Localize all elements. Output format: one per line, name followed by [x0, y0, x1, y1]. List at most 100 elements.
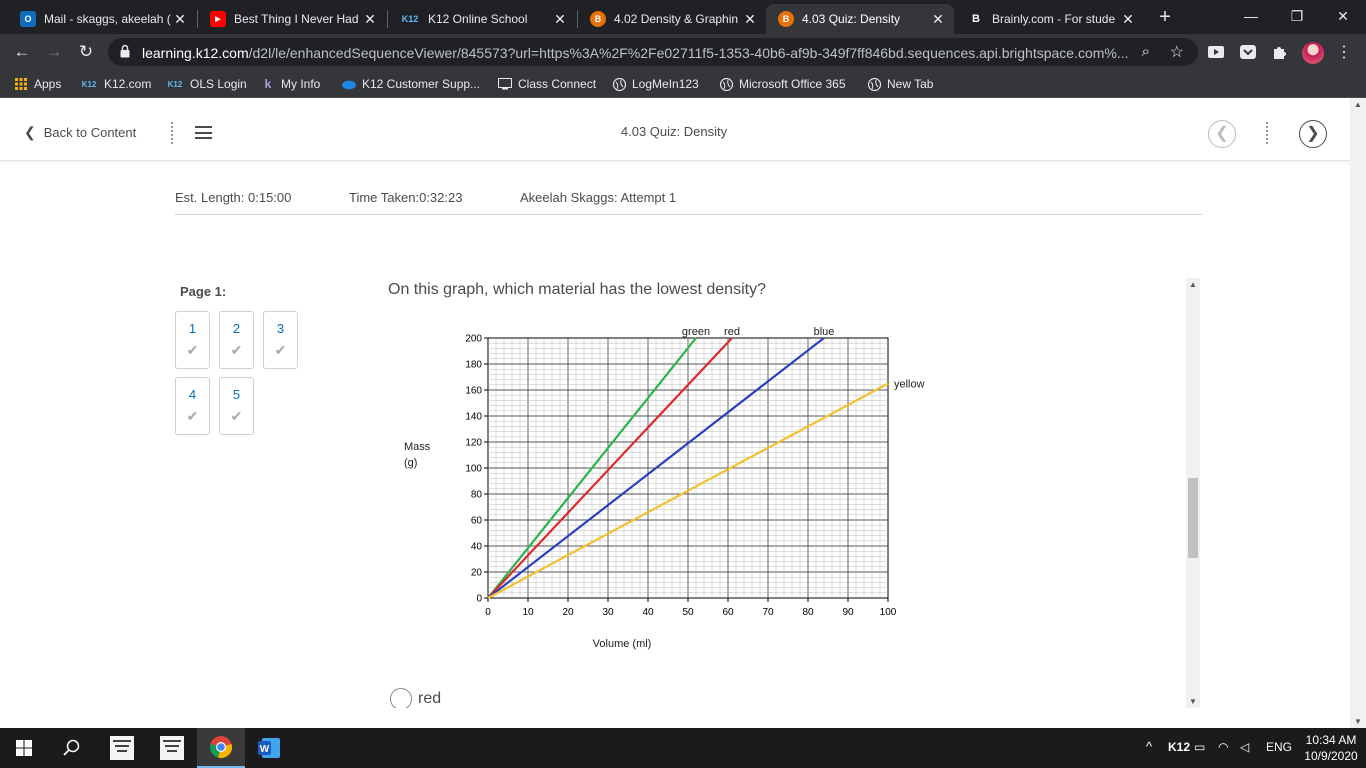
chrome-taskbar-icon[interactable] [197, 728, 245, 768]
terms-of-use-doc-icon[interactable] [148, 728, 196, 768]
volume-icon[interactable]: ◁ [1240, 740, 1249, 754]
answer-option-red[interactable]: red [390, 688, 441, 708]
reload-icon[interactable]: ↻ [76, 42, 96, 62]
scroll-down-arrow-icon[interactable]: ▼ [1189, 697, 1197, 706]
browser-tab-density-graphing[interactable]: B 4.02 Density & Graphin ✕ [578, 4, 766, 34]
zoom-magnifier-icon[interactable]: ⌕ [1142, 43, 1150, 60]
browser-tab-mail[interactable]: O Mail - skaggs, akeelah ( ✕ [8, 4, 196, 34]
back-arrow-icon[interactable]: ← [12, 42, 32, 62]
close-icon[interactable]: ✕ [1120, 11, 1136, 28]
profile-avatar[interactable] [1302, 42, 1324, 64]
bookmark-class-connect[interactable]: Class Connect [498, 76, 596, 92]
media-extension-icon[interactable] [1208, 44, 1224, 60]
x-tick-label: 30 [602, 607, 614, 618]
clock-date: 10/9/2020 [1304, 749, 1358, 763]
checkmark-icon: ✔ [274, 342, 287, 358]
question-frame-scrollbar[interactable]: ▲ ▼ [1186, 278, 1200, 708]
bookmark-label: Class Connect [518, 77, 597, 91]
search-icon[interactable] [48, 728, 96, 768]
previous-topic-button[interactable]: ❮ [1208, 120, 1236, 148]
tab-title: 4.02 Density & Graphin [614, 12, 739, 26]
scroll-down-arrow-icon[interactable]: ▼ [1354, 717, 1362, 726]
checkmark-icon: ✔ [186, 408, 199, 424]
close-icon[interactable]: ✕ [742, 11, 758, 28]
browser-tab-youtube[interactable]: ▶ Best Thing I Never Had ✕ [198, 4, 386, 34]
scroll-up-arrow-icon[interactable]: ▲ [1354, 100, 1362, 109]
attempt-info: Akeelah Skaggs: Attempt 1 [520, 190, 677, 205]
browser-tab-brainly[interactable]: B Brainly.com - For stude ✕ [956, 4, 1144, 34]
series-label-red: red [724, 326, 740, 338]
bookmark-logmein123[interactable]: LogMeIn123 [612, 76, 699, 92]
pocket-extension-icon[interactable] [1240, 44, 1256, 60]
bookmark-k12-com[interactable]: K12 K12.com [80, 76, 152, 92]
question-nav-2[interactable]: 2 ✔ [219, 311, 254, 369]
tab-title: Mail - skaggs, akeelah ( [44, 12, 171, 26]
wifi-icon[interactable]: ◠ [1218, 740, 1228, 754]
system-clock[interactable]: 10:34 AM 10/9/2020 [1300, 732, 1362, 764]
table-of-contents-menu-icon[interactable] [195, 126, 212, 139]
address-bar[interactable]: learning.k12.com/d2l/le/enhancedSequence… [108, 38, 1198, 66]
bookmark-k12-customer-support[interactable]: K12 Customer Supp... [342, 76, 480, 92]
bookmark-label: LogMeIn123 [632, 77, 699, 91]
x-axis-label: Volume (ml) [593, 638, 652, 650]
page-label: Page 1: [180, 284, 227, 299]
windows-start-icon[interactable] [0, 728, 48, 768]
scroll-up-arrow-icon[interactable]: ▲ [1189, 280, 1197, 289]
question-number: 3 [276, 321, 285, 336]
close-icon[interactable]: ✕ [552, 11, 568, 28]
series-label-blue: blue [814, 326, 835, 338]
bookmark-label: K12.com [104, 77, 152, 91]
brightspace-icon: B [590, 11, 606, 27]
radio-button[interactable] [390, 688, 412, 708]
word-taskbar-icon[interactable]: W [246, 728, 294, 768]
k12-tray-icon[interactable]: K12 [1168, 740, 1190, 754]
battery-icon[interactable]: ▭ [1194, 740, 1205, 754]
restore-icon[interactable]: ❐ [1274, 0, 1320, 32]
question-nav-1[interactable]: 1 ✔ [175, 311, 210, 369]
chevron-up-icon[interactable]: ^ [1146, 739, 1152, 754]
y-tick-label: 100 [465, 464, 482, 475]
url-text: learning.k12.com/d2l/le/enhancedSequence… [142, 45, 1129, 61]
browser-tab-quiz-density[interactable]: B 4.03 Quiz: Density ✕ [766, 4, 954, 34]
bookmark-star-icon[interactable]: ☆ [1170, 42, 1184, 62]
chart-grid [487, 337, 889, 599]
scroll-thumb[interactable] [1188, 478, 1198, 558]
checkmark-icon: ✔ [230, 342, 243, 358]
chrome-menu-icon[interactable]: ⋮ [1336, 42, 1352, 62]
y-tick-label: 20 [471, 568, 483, 579]
close-icon[interactable]: ✕ [930, 11, 946, 28]
y-tick-label: 180 [465, 360, 482, 371]
bookmark-microsoft-office-365[interactable]: Microsoft Office 365 [719, 76, 846, 92]
question-nav-3[interactable]: 3 ✔ [263, 311, 298, 369]
question-number: 5 [232, 387, 241, 402]
y-tick-label: 40 [471, 542, 483, 553]
language-indicator[interactable]: ENG [1266, 740, 1292, 754]
k12-icon: K12 [401, 14, 419, 24]
next-topic-button[interactable]: ❯ [1299, 120, 1327, 148]
question-nav-5[interactable]: 5 ✔ [219, 377, 254, 435]
windows-taskbar: W ^ K12 ▭ ◠ ◁ ENG 10:34 AM 10/9/2020 [0, 728, 1366, 768]
bookmark-apps[interactable]: Apps [14, 76, 61, 92]
extensions-puzzle-icon[interactable] [1272, 44, 1288, 60]
terms-of-use-doc-icon[interactable] [98, 728, 146, 768]
close-icon[interactable]: ✕ [362, 11, 378, 28]
window-close-icon[interactable]: ✕ [1320, 0, 1366, 32]
bookmark-my-info[interactable]: k My Info [261, 76, 321, 92]
bookmark-label: New Tab [887, 77, 934, 91]
back-to-content-link[interactable]: ❮ Back to Content [24, 124, 136, 141]
bookmark-ols-login[interactable]: K12 OLS Login [166, 76, 247, 92]
tab-title: 4.03 Quiz: Density [802, 12, 901, 26]
page-title: 4.03 Quiz: Density [620, 124, 728, 139]
question-nav-4[interactable]: 4 ✔ [175, 377, 210, 435]
question-number: 4 [188, 387, 197, 402]
new-tab-plus-icon[interactable]: + [1156, 6, 1174, 28]
browser-tab-k12[interactable]: K12 K12 Online School ✕ [388, 4, 576, 34]
minimize-icon[interactable]: — [1228, 0, 1274, 32]
y-tick-label: 120 [465, 438, 482, 449]
page-scrollbar[interactable]: ▲ ▼ [1350, 98, 1366, 728]
tab-title: Best Thing I Never Had [234, 12, 359, 26]
tab-title: Brainly.com - For stude [992, 12, 1116, 26]
bookmark-new-tab[interactable]: New Tab [867, 76, 933, 92]
close-icon[interactable]: ✕ [172, 11, 188, 28]
forward-arrow-icon[interactable]: → [44, 42, 64, 62]
